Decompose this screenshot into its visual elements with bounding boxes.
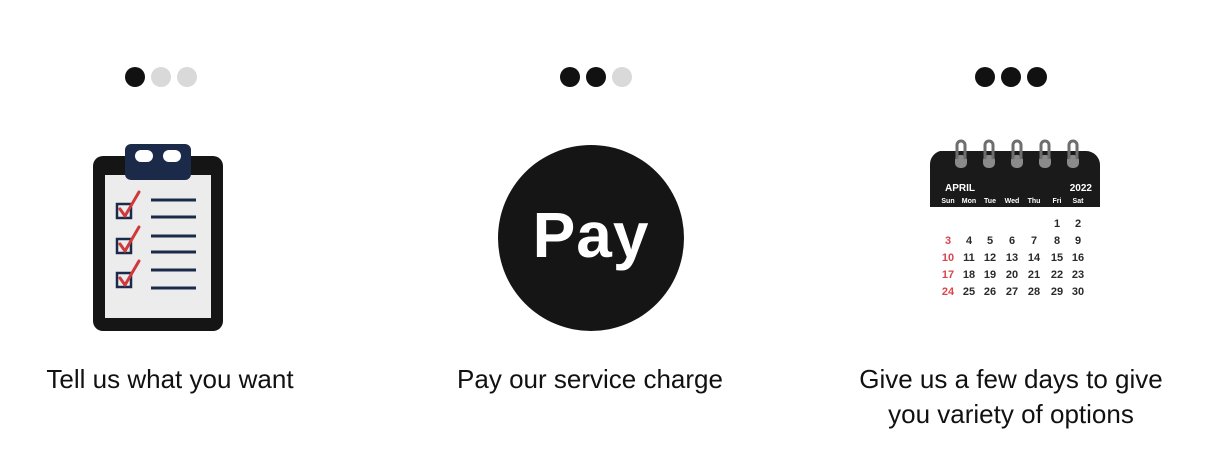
step-label-line-2: you variety of options: [888, 399, 1134, 429]
calendar-weekday: Wed: [1005, 198, 1020, 205]
calendar-day: 1: [1054, 218, 1060, 230]
calendar-day: 25: [963, 286, 975, 298]
calendar-day: 23: [1072, 269, 1084, 281]
calendar-day: 5: [987, 235, 993, 247]
calendar-day: 16: [1072, 252, 1084, 264]
calendar-day: 26: [984, 286, 996, 298]
progress-dot-filled: [975, 67, 995, 87]
calendar-day: 28: [1028, 286, 1040, 298]
calendar-day: 12: [984, 252, 996, 264]
calendar-day: 3: [945, 235, 951, 247]
calendar-day: 10: [942, 252, 954, 264]
calendar-day: 22: [1051, 269, 1063, 281]
calendar-day: 19: [984, 269, 996, 281]
progress-dots: [975, 67, 1047, 87]
calendar-day: 4: [966, 235, 973, 247]
pay-icon-text: Pay: [532, 199, 650, 271]
clipboard-checklist-icon: [93, 144, 223, 331]
step-1: Tell us what you want: [0, 0, 370, 471]
calendar-weekday: Mon: [962, 198, 976, 205]
calendar-day: 24: [942, 286, 955, 298]
calendar-weekday: Tue: [984, 198, 996, 205]
calendar-weekday: Fri: [1053, 198, 1062, 205]
progress-dot-filled: [1001, 67, 1021, 87]
progress-dot-empty: [151, 67, 171, 87]
calendar-day: 11: [963, 252, 975, 264]
calendar-day: 9: [1075, 235, 1081, 247]
calendar-day: 30: [1072, 286, 1084, 298]
calendar-day: 29: [1051, 286, 1063, 298]
calendar-day: 2: [1075, 218, 1081, 230]
progress-dots: [560, 67, 632, 87]
calendar-weekday: Thu: [1028, 198, 1041, 205]
calendar-weekday: Sat: [1073, 198, 1085, 205]
step-3: APRIL 2022 Sun Mon Tue Wed Thu Fri Sat 1234567…: [811, 0, 1211, 471]
progress-dot-filled: [586, 67, 606, 87]
calendar-month: APRIL: [945, 183, 975, 194]
calendar-icon: APRIL 2022 Sun Mon Tue Wed Thu Fri Sat 1 23 4 5 6 7…: [929, 139, 1100, 298]
calendar-day: 14: [1028, 252, 1041, 264]
calendar-day: 27: [1006, 286, 1018, 298]
progress-dots: [125, 67, 197, 87]
progress-dot-empty: [177, 67, 197, 87]
progress-dot-filled: [125, 67, 145, 87]
progress-dot-filled: [1027, 67, 1047, 87]
calendar-day: 18: [963, 269, 975, 281]
calendar-day: 13: [1006, 252, 1018, 264]
step-label: Tell us what you want: [46, 364, 294, 394]
calendar-day: 7: [1031, 235, 1037, 247]
progress-dot-empty: [612, 67, 632, 87]
calendar-day: 15: [1051, 252, 1063, 264]
calendar-day: 21: [1028, 269, 1040, 281]
step-label-line-1: Give us a few days to give: [859, 364, 1163, 394]
step-label: Pay our service charge: [457, 364, 723, 394]
calendar-day: 17: [942, 269, 954, 281]
calendar-day: 6: [1009, 235, 1015, 247]
calendar-weekday: Sun: [941, 198, 954, 205]
calendar-day: 20: [1006, 269, 1018, 281]
pay-icon: Pay: [498, 145, 684, 331]
step-2: Pay Pay our service charge: [390, 0, 790, 471]
calendar-day: 8: [1054, 235, 1060, 247]
calendar-year: 2022: [1070, 183, 1093, 194]
progress-dot-filled: [560, 67, 580, 87]
